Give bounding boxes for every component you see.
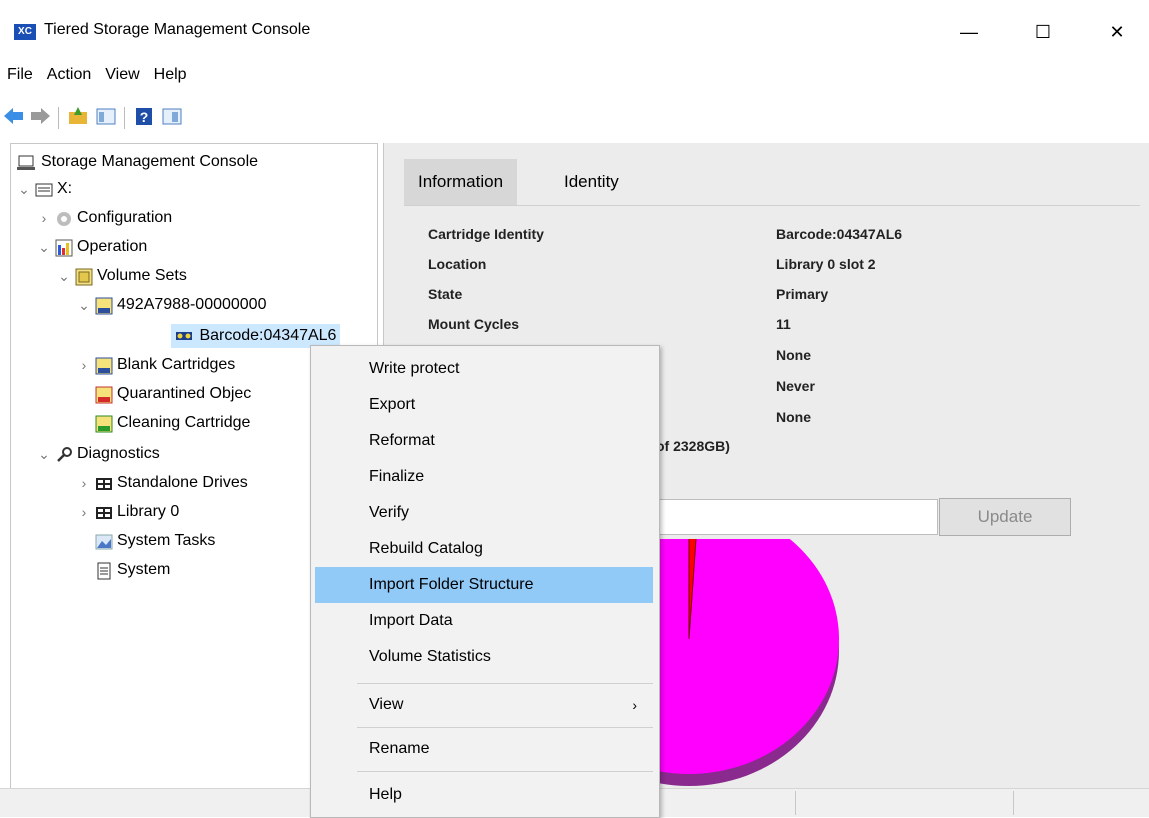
menu-item-volume-statistics[interactable]: Volume Statistics — [315, 639, 653, 675]
context-menu: Write protect Export Reformat Finalize V… — [310, 345, 660, 818]
window-title: Tiered Storage Management Console — [44, 21, 311, 38]
menu-help[interactable]: Help — [147, 62, 194, 88]
info-value: None — [776, 347, 811, 363]
info-value: Library 0 slot 2 — [776, 256, 876, 272]
info-value: Barcode:04347AL6 — [776, 226, 903, 242]
chevron-right-icon[interactable]: › — [77, 500, 91, 524]
info-value: Never — [776, 378, 815, 394]
app-icon: XC — [14, 24, 36, 40]
quarantined-icon — [95, 386, 113, 404]
minimize-button[interactable]: — — [946, 14, 992, 50]
menu-bar: File Action View Help — [0, 62, 194, 88]
menu-item-write-protect[interactable]: Write protect — [315, 351, 653, 387]
menu-action[interactable]: Action — [40, 62, 98, 88]
library-icon — [96, 507, 112, 519]
cartridge-icon — [176, 332, 192, 340]
forward-arrow-icon[interactable] — [28, 103, 52, 129]
maximize-button[interactable]: ☐ — [1020, 14, 1066, 50]
chevron-right-icon[interactable]: › — [37, 206, 51, 230]
up-folder-icon[interactable] — [66, 103, 90, 129]
cleaning-cartridge-icon — [95, 415, 113, 433]
drives-icon — [96, 478, 112, 490]
menu-item-export[interactable]: Export — [315, 387, 653, 423]
chevron-down-icon[interactable]: ⌄ — [17, 177, 31, 201]
cartridge-set-icon — [95, 297, 113, 315]
menu-file[interactable]: File — [0, 62, 40, 88]
help-icon[interactable]: ? — [132, 103, 156, 129]
computer-icon — [17, 155, 35, 170]
title-bar: XC Tiered Storage Management Console — ☐… — [0, 0, 1149, 60]
chevron-down-icon[interactable]: ⌄ — [57, 264, 71, 288]
drive-icon — [35, 183, 53, 197]
tab-identity[interactable]: Identity — [550, 159, 633, 205]
svg-text:?: ? — [140, 109, 149, 125]
gear-icon — [57, 212, 71, 226]
toolbar: ? — [0, 103, 1149, 133]
menu-item-import-data[interactable]: Import Data — [315, 603, 653, 639]
menu-item-view[interactable]: View › — [315, 687, 653, 723]
update-input[interactable] — [654, 499, 938, 535]
close-button[interactable]: ✕ — [1094, 14, 1140, 50]
info-key: Mount Cycles — [428, 316, 520, 332]
info-key: Cartridge Identity — [428, 226, 544, 242]
menu-item-import-folder-structure[interactable]: Import Folder Structure — [315, 567, 653, 603]
menu-item-finalize[interactable]: Finalize — [315, 459, 653, 495]
info-value: Primary — [776, 286, 829, 302]
menu-item-reformat[interactable]: Reformat — [315, 423, 653, 459]
info-value: None — [776, 409, 811, 425]
info-value: 11 — [776, 316, 791, 332]
capacity-text: of 2328GB) — [656, 438, 730, 454]
menu-view[interactable]: View — [98, 62, 146, 88]
properties-view-icon[interactable] — [160, 103, 184, 129]
menu-item-help[interactable]: Help — [315, 777, 653, 813]
menu-item-rename[interactable]: Rename — [315, 731, 653, 767]
chevron-down-icon[interactable]: ⌄ — [37, 235, 51, 259]
tab-information[interactable]: Information — [404, 159, 518, 205]
document-icon — [97, 562, 111, 580]
show-hide-tree-icon[interactable] — [94, 103, 118, 129]
info-key: State — [428, 286, 463, 302]
chevron-down-icon[interactable]: ⌄ — [77, 293, 91, 317]
chevron-right-icon[interactable]: › — [77, 471, 91, 495]
menu-item-verify[interactable]: Verify — [315, 495, 653, 531]
chevron-down-icon[interactable]: ⌄ — [37, 442, 51, 466]
blank-cartridge-icon — [95, 357, 113, 375]
chevron-right-icon[interactable]: › — [77, 353, 91, 377]
chevron-right-icon: › — [632, 697, 637, 713]
wrench-icon — [57, 447, 72, 462]
system-tasks-icon — [95, 534, 113, 550]
info-key: Location — [428, 256, 487, 272]
back-arrow-icon[interactable] — [2, 103, 26, 129]
operation-chart-icon — [55, 239, 73, 257]
volume-sets-icon — [75, 268, 93, 286]
update-button[interactable]: Update — [939, 498, 1071, 536]
menu-item-rebuild-catalog[interactable]: Rebuild Catalog — [315, 531, 653, 567]
